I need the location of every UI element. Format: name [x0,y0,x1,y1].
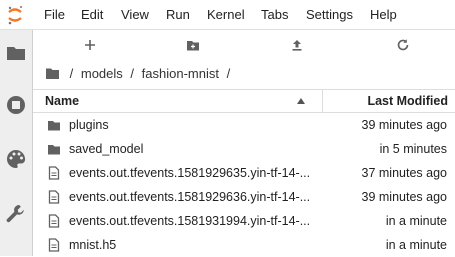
file-modified: 37 minutes ago [361,166,447,180]
file-modified: in a minute [385,214,447,228]
new-launcher-plus-icon[interactable] [83,38,97,52]
breadcrumb: / models / fashion-mnist / [45,66,234,84]
palette-icon[interactable] [5,148,27,170]
file-icon [48,238,60,252]
refresh-icon[interactable] [396,38,410,52]
breadcrumb-fashion-mnist[interactable]: fashion-mnist [142,66,219,81]
breadcrumb-trailing-separator: / [226,66,231,81]
file-modified: 39 minutes ago [361,190,447,204]
menu-tabs[interactable]: Tabs [261,7,288,22]
folder-icon [48,121,60,131]
file-modified: in 5 minutes [379,142,447,156]
menu-kernel[interactable]: Kernel [207,7,245,22]
running-sessions-icon[interactable] [5,94,27,116]
menu-settings[interactable]: Settings [306,7,353,22]
file-modified: 39 minutes ago [361,118,447,132]
file-row-events-1[interactable]: events.out.tfevents.1581929635.yin-tf-14… [33,162,455,185]
upload-icon[interactable] [290,38,304,52]
listing-header: Name Last Modified [33,89,455,113]
menu-edit[interactable]: Edit [81,7,103,22]
file-name: saved_model [69,142,144,156]
name-column-header[interactable]: Name [45,94,79,108]
file-row-events-3[interactable]: events.out.tfevents.1581931994.yin-tf-14… [33,210,455,233]
file-icon [48,214,60,228]
folder-icon [48,145,60,155]
file-row-saved-model[interactable]: saved_model in 5 minutes [33,138,455,161]
jupyter-logo-icon[interactable] [6,4,24,26]
file-row-events-2[interactable]: events.out.tfevents.1581929636.yin-tf-14… [33,186,455,209]
file-row-plugins[interactable]: plugins 39 minutes ago [33,114,455,137]
file-modified: in a minute [385,238,447,252]
menu-file[interactable]: File [44,7,65,22]
menu-help[interactable]: Help [370,7,397,22]
breadcrumb-models[interactable]: models [81,66,123,81]
folder-icon[interactable] [5,42,27,64]
file-name: events.out.tfevents.1581931994.yin-tf-14… [69,214,311,228]
last-modified-column-header[interactable]: Last Modified [367,94,448,108]
sort-ascending-icon[interactable] [297,98,305,104]
breadcrumb-separator: / [130,66,135,81]
file-icon [48,190,60,204]
menu-run[interactable]: Run [166,7,190,22]
file-icon [48,166,60,180]
file-row-mnist-h5[interactable]: mnist.h5 in a minute [33,234,455,257]
wrench-icon[interactable] [5,203,27,225]
menu-bar: File Edit View Run Kernel Tabs Settings … [0,0,455,30]
breadcrumb-separator: / [69,66,74,81]
file-name: plugins [69,118,109,132]
menu-view[interactable]: View [121,7,149,22]
file-name: events.out.tfevents.1581929636.yin-tf-14… [69,190,311,204]
file-name: events.out.tfevents.1581929635.yin-tf-14… [69,166,311,180]
file-name: mnist.h5 [69,238,117,252]
file-browser-toolbar [33,30,455,60]
home-folder-icon[interactable] [45,67,60,80]
left-sidebar [0,30,33,256]
column-divider[interactable] [322,90,323,112]
new-folder-icon[interactable] [186,38,200,52]
